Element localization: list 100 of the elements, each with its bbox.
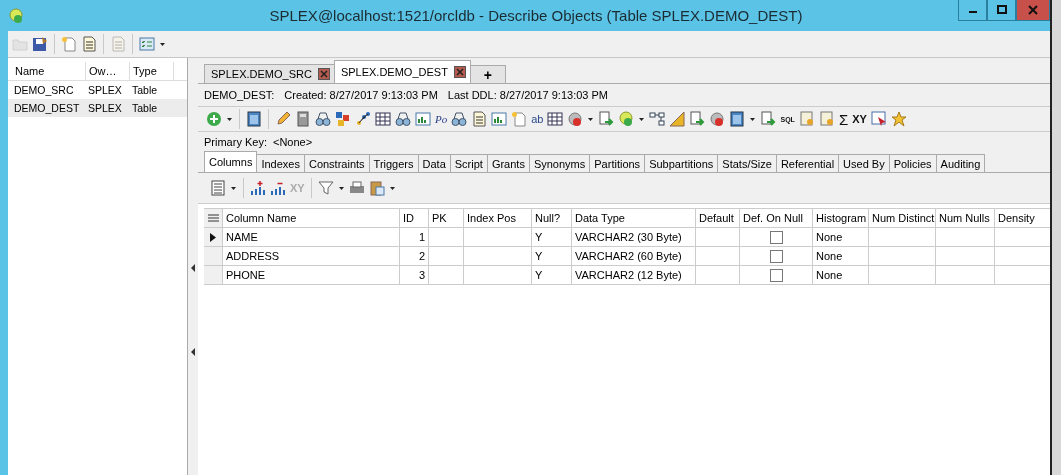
checkbox[interactable] [769, 268, 783, 282]
grid-icon[interactable] [375, 111, 391, 127]
detail-tab[interactable]: Columns [204, 151, 258, 172]
binoculars-icon[interactable] [395, 111, 411, 127]
checkbox[interactable] [769, 230, 783, 244]
close-tab-button[interactable] [317, 68, 330, 80]
detail-tab[interactable]: Script [449, 154, 488, 172]
column-header[interactable]: Data Type [572, 209, 696, 227]
detail-tab[interactable]: Auditing [935, 154, 986, 172]
toolbar-glyph[interactable]: Σ [838, 111, 849, 127]
column-header[interactable]: Null? [532, 209, 572, 227]
close-icon [1028, 5, 1038, 15]
table-cell: Y [532, 247, 572, 265]
arrow-document-icon[interactable] [760, 111, 777, 127]
column-header[interactable]: PK [429, 209, 464, 227]
window-title: SPLEX@localhost:1521/orcldb - Describe Objects (Table SPLEX.DEMO_DEST) [268, 7, 804, 24]
arrow-document-icon[interactable] [689, 111, 706, 127]
window-icon[interactable] [246, 111, 262, 127]
collapse-arrow-icon[interactable] [190, 264, 196, 272]
checklist-window-icon[interactable] [139, 36, 155, 52]
column-header: Name [12, 62, 86, 80]
collapse-arrow-icon[interactable] [190, 348, 196, 356]
document-icon[interactable] [471, 111, 488, 127]
close-button[interactable] [1016, 0, 1050, 21]
document-tab[interactable]: SPLEX.DEMO_SRC [204, 64, 335, 83]
column-header[interactable]: Default [696, 209, 740, 227]
close-tab-button[interactable] [453, 66, 466, 78]
table-cell: Y [532, 228, 572, 246]
pencil-icon[interactable] [275, 111, 291, 127]
remove-column-icon[interactable] [270, 180, 286, 196]
document-tab[interactable]: SPLEX.DEMO_DEST [333, 60, 471, 83]
table-cell: 2 [400, 247, 429, 265]
tab-label[interactable]: SPLEX.DEMO_DEST [340, 66, 448, 78]
calculator-icon[interactable] [295, 111, 311, 127]
column-header: Type [130, 62, 174, 80]
table-cell-text: DEMO_SRC [13, 84, 75, 96]
toolbar-glyph[interactable]: XY [852, 113, 867, 125]
chart-window-icon[interactable] [415, 111, 431, 127]
table-cell: VARCHAR2 (60 Byte) [572, 247, 696, 265]
binoculars-icon[interactable] [315, 111, 331, 127]
primary-key-value: <None> [272, 136, 313, 148]
table-cell: None [813, 228, 869, 246]
document-icon[interactable] [81, 36, 97, 52]
table-cell: NAME [223, 228, 400, 246]
window-icon[interactable] [729, 111, 746, 127]
detail-tab[interactable]: Subpartitions [644, 154, 719, 172]
printer-icon[interactable] [348, 180, 365, 196]
close-icon [319, 70, 328, 78]
maximize-icon [996, 5, 1007, 15]
gear-icon[interactable] [567, 111, 584, 127]
column-header[interactable]: Num Distinct [869, 209, 936, 227]
grid-icon[interactable] [547, 111, 564, 127]
toolbar-glyph[interactable]: ab [531, 113, 544, 125]
object-row[interactable]: DEMO_DEST SPLEX Table [8, 99, 187, 117]
pointer-window-icon[interactable] [870, 111, 887, 127]
flowchart-icon[interactable] [649, 111, 666, 127]
detail-tab[interactable]: Used By [838, 154, 890, 172]
star-icon[interactable] [890, 111, 907, 127]
column-header[interactable]: Def. On Null [740, 209, 813, 227]
detail-tab[interactable]: Synonyms [528, 154, 591, 172]
chart-window-icon[interactable] [491, 111, 508, 127]
table-cell-text: DEMO_DEST [13, 102, 81, 114]
primary-key-label: Primary Key: [204, 136, 267, 148]
arrow-document-icon[interactable] [598, 111, 615, 127]
last-ddl-date: Last DDL: 8/27/2017 9:13:03 PM [447, 89, 608, 101]
table-cell: VARCHAR2 (12 Byte) [572, 266, 696, 284]
binoculars-icon[interactable] [451, 111, 468, 127]
created-date: Created: 8/27/2017 9:13:03 PM [284, 89, 438, 101]
gear-icon[interactable] [709, 111, 726, 127]
toolbar-glyph[interactable]: Po [435, 113, 448, 125]
table-cell-text: Table [131, 102, 159, 114]
tab-label[interactable]: SPLEX.DEMO_SRC [211, 68, 312, 80]
table-cell: VARCHAR2 (30 Byte) [572, 228, 696, 246]
table-cell-text: SPLEX [87, 84, 123, 96]
table-cell-text: Table [131, 84, 159, 96]
current-row-icon [210, 232, 216, 242]
add-column-icon[interactable] [250, 180, 266, 196]
column-header[interactable]: Index Pos [464, 209, 532, 227]
checkbox[interactable] [769, 249, 783, 263]
close-icon [455, 68, 464, 76]
row-selector[interactable] [204, 228, 223, 246]
column-header[interactable]: Column Name [223, 209, 400, 227]
table-cell-text: SPLEX [87, 102, 123, 114]
column-header[interactable]: Num Nulls [936, 209, 995, 227]
bulb-icon [8, 7, 24, 24]
object-name: DEMO_DEST: [204, 89, 275, 101]
detail-tab[interactable]: Triggers [368, 154, 419, 172]
column-chooser-icon[interactable] [207, 213, 219, 223]
column-header[interactable]: Histogram [813, 209, 869, 227]
blocks-icon[interactable] [335, 111, 351, 127]
column-header[interactable]: ID [400, 209, 429, 227]
table-cell: 3 [400, 266, 429, 284]
column-header: Ow… [86, 62, 130, 80]
clipboard-icon[interactable] [368, 180, 385, 196]
table-cell: PHONE [223, 266, 400, 284]
table-cell: None [813, 266, 869, 284]
minimize-button[interactable] [958, 0, 987, 21]
table-cell: None [813, 247, 869, 265]
floppy-icon[interactable] [32, 36, 48, 52]
new-tab-button[interactable]: + [469, 65, 506, 83]
